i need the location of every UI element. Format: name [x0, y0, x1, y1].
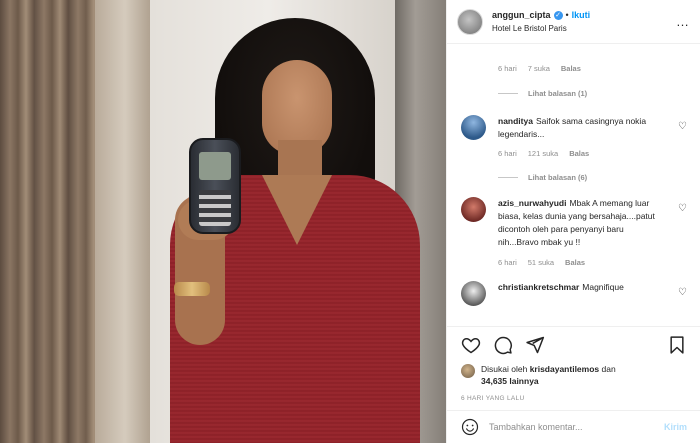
comment-time: 6 hari: [498, 64, 517, 73]
comment-username[interactable]: christiankretschmar: [498, 282, 579, 292]
post-side-panel: anggun_cipta ✓ • Ikuti Hotel Le Bristol …: [446, 0, 700, 443]
gold-watch: [174, 282, 210, 296]
separator-dot: •: [565, 9, 569, 20]
heart-icon[interactable]: [461, 335, 481, 355]
comment-time: 6 hari: [498, 258, 517, 267]
comment-text-block: azis_nurwahyudi Mbak A memang luar biasa,…: [498, 197, 663, 249]
view-replies-label: Lihat balasan (1): [528, 89, 588, 98]
avatar[interactable]: [461, 197, 486, 222]
send-button[interactable]: Kirim: [664, 422, 687, 432]
comment-meta: 6 hari 51 suka Balas: [498, 258, 687, 267]
reply-button[interactable]: Balas: [565, 258, 585, 267]
view-replies-label: Lihat balasan (6): [528, 173, 588, 182]
reply-button[interactable]: Balas: [561, 64, 581, 73]
more-icon[interactable]: …: [676, 14, 690, 29]
username-link[interactable]: anggun_cipta: [492, 9, 551, 22]
comment-time: 6 hari: [498, 149, 517, 158]
header-text: anggun_cipta ✓ • Ikuti Hotel Le Bristol …: [492, 9, 590, 35]
comment-likes[interactable]: 7 suka: [528, 64, 550, 73]
heart-icon[interactable]: ♡: [678, 203, 687, 214]
avatar[interactable]: [457, 8, 483, 35]
liker-username[interactable]: krisdayantilemos: [530, 364, 599, 374]
likes-summary: Disukai oleh krisdayantilemos dan 34,635…: [461, 363, 687, 387]
avatar[interactable]: [461, 364, 475, 378]
comment-meta: 6 hari 121 suka Balas: [498, 149, 687, 158]
likes-text: Disukai oleh krisdayantilemos dan 34,635…: [481, 363, 616, 387]
replies-line: [498, 177, 518, 178]
comment-item: christiankretschmar Magnifique ♡: [461, 281, 687, 306]
comment-likes[interactable]: 121 suka: [528, 149, 558, 158]
view-replies-button[interactable]: Lihat balasan (1): [498, 89, 687, 98]
likes-others[interactable]: 34,635 lainnya: [481, 376, 539, 386]
likes-conj: dan: [601, 364, 616, 374]
action-icons: [461, 335, 687, 355]
comment-text-block: nanditya Saifok sama casingnya nokia lege…: [498, 115, 663, 141]
curtain-sheer: [95, 0, 155, 443]
curtain: [0, 0, 95, 443]
view-replies-button[interactable]: Lihat balasan (6): [498, 173, 687, 182]
likes-prefix: Disukai oleh: [481, 364, 528, 374]
follow-button[interactable]: Ikuti: [572, 9, 591, 22]
comment-item: nanditya Saifok sama casingnya nokia lege…: [461, 115, 687, 141]
location-link[interactable]: Hotel Le Bristol Paris: [492, 22, 590, 35]
post-image[interactable]: [0, 0, 446, 443]
comment-input[interactable]: [489, 422, 664, 432]
bookmark-icon[interactable]: [667, 335, 687, 355]
nokia-phone: [189, 138, 241, 234]
heart-icon[interactable]: ♡: [678, 287, 687, 298]
heart-icon[interactable]: ♡: [678, 121, 687, 132]
replies-line: [498, 93, 518, 94]
post-timestamp[interactable]: 6 HARI YANG LALU: [461, 395, 687, 402]
avatar[interactable]: [461, 115, 486, 140]
comment-text: Magnifique: [582, 282, 624, 292]
avatar[interactable]: [461, 281, 486, 306]
share-icon[interactable]: [525, 335, 545, 355]
emoji-icon[interactable]: [461, 418, 479, 436]
comment-username[interactable]: azis_nurwahyudi: [498, 198, 567, 208]
comment-meta: 6 hari 7 suka Balas: [498, 64, 687, 73]
phone-screen: [199, 152, 231, 180]
comments-list[interactable]: 6 hari 7 suka Balas Lihat balasan (1) na…: [447, 44, 700, 326]
phone-keypad: [199, 190, 231, 226]
comment-icon[interactable]: [493, 335, 513, 355]
comment-item: azis_nurwahyudi Mbak A memang luar biasa,…: [461, 197, 687, 249]
comment-likes[interactable]: 51 suka: [528, 258, 554, 267]
comment-username[interactable]: nanditya: [498, 116, 533, 126]
post-header: anggun_cipta ✓ • Ikuti Hotel Le Bristol …: [447, 0, 700, 44]
add-comment-bar: Kirim: [447, 410, 700, 443]
verified-icon: ✓: [553, 10, 563, 20]
reply-button[interactable]: Balas: [569, 149, 589, 158]
comment-text-block: christiankretschmar Magnifique: [498, 281, 663, 294]
